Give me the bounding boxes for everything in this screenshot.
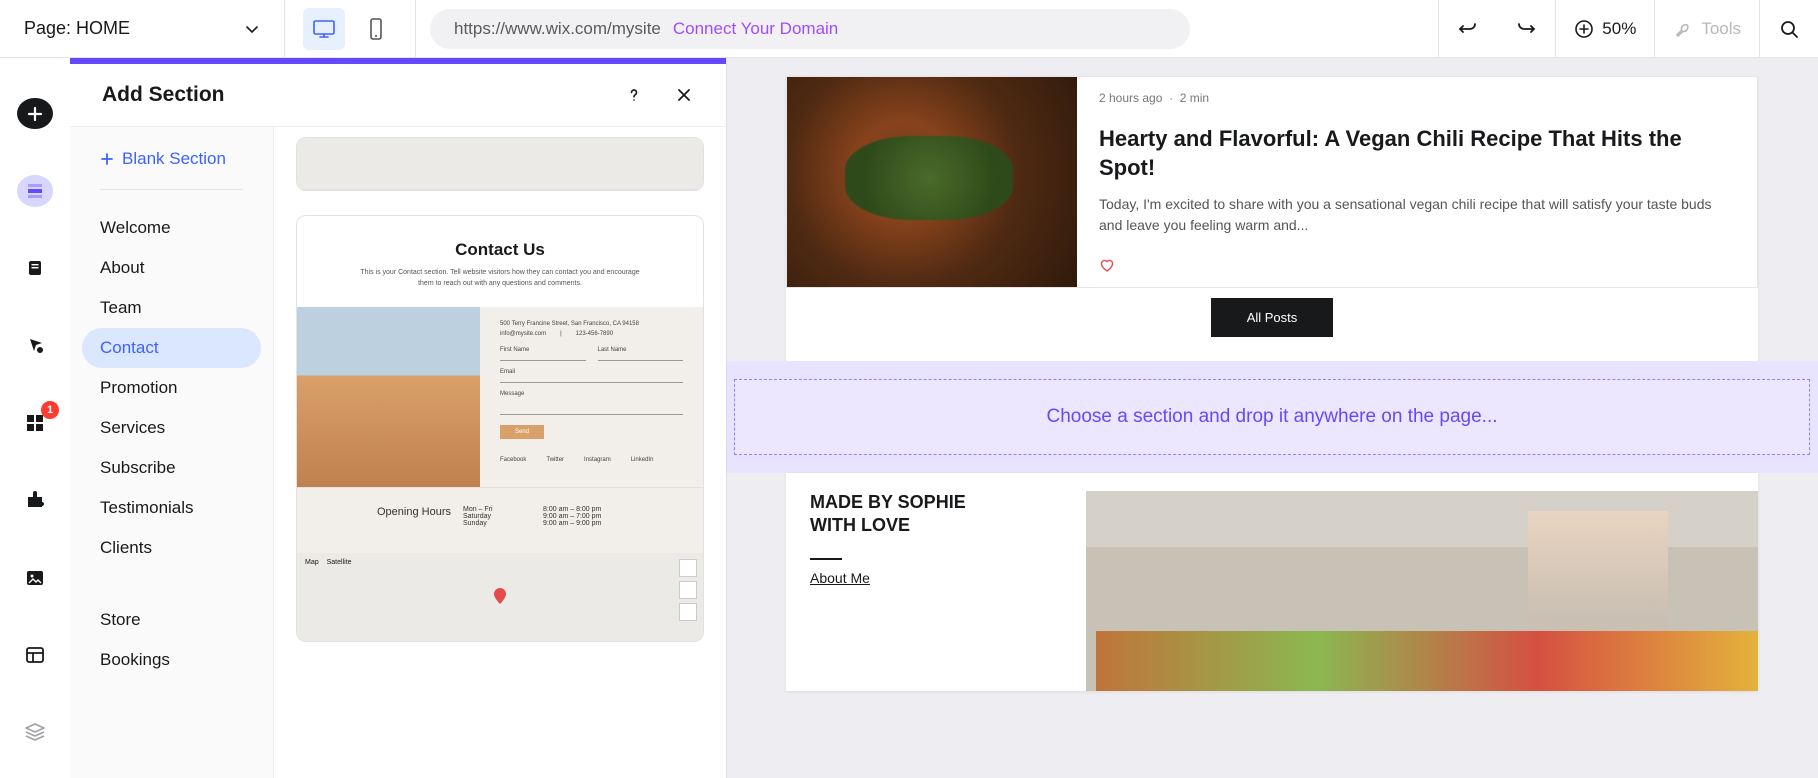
- all-posts-wrap: All Posts: [786, 288, 1758, 361]
- url-text: https://www.wix.com/mysite: [454, 19, 661, 39]
- category-item-about[interactable]: About: [70, 248, 273, 288]
- about-section[interactable]: MADE BY SOPHIE WITH LOVE About Me: [786, 473, 1758, 691]
- chevron-down-icon: [244, 21, 260, 37]
- left-rail: 1: [0, 58, 70, 778]
- add-element-button[interactable]: [17, 98, 53, 129]
- media-button[interactable]: [17, 562, 53, 593]
- category-item-clients[interactable]: Clients: [70, 528, 273, 568]
- about-heading-line1: MADE BY SOPHIE: [810, 491, 1086, 514]
- connect-domain-link[interactable]: Connect Your Domain: [673, 19, 838, 39]
- design-button[interactable]: [17, 330, 53, 361]
- desktop-view-button[interactable]: [303, 8, 345, 50]
- category-item-bookings[interactable]: Bookings: [70, 640, 273, 680]
- undo-button[interactable]: [1439, 0, 1497, 57]
- category-item-testimonials[interactable]: Testimonials: [70, 488, 273, 528]
- layers-button[interactable]: [17, 717, 53, 748]
- about-divider: [810, 558, 842, 560]
- preview-email: info@mysite.com: [500, 331, 546, 337]
- preview-contact-image: [297, 307, 480, 487]
- section-dropzone[interactable]: Choose a section and drop it anywhere on…: [734, 379, 1810, 455]
- apps-button[interactable]: 1: [17, 407, 53, 438]
- pages-button[interactable]: [17, 253, 53, 284]
- preview-card-contact[interactable]: Contact Us This is your Contact section.…: [296, 215, 704, 642]
- dropzone-section: Choose a section and drop it anywhere on…: [726, 361, 1818, 473]
- zoom-value: 50%: [1602, 19, 1636, 39]
- category-item-services[interactable]: Services: [70, 408, 273, 448]
- about-image: [1086, 491, 1758, 691]
- top-actions: 50% Tools: [1438, 0, 1818, 57]
- about-me-link[interactable]: About Me: [810, 570, 1086, 586]
- content-button[interactable]: [17, 639, 53, 670]
- addons-button[interactable]: [17, 485, 53, 516]
- site-canvas[interactable]: 2 hours ago · 2 min Hearty and Flavorful…: [786, 76, 1758, 361]
- post-title: Hearty and Flavorful: A Vegan Chili Reci…: [1099, 125, 1735, 182]
- preview-contact-form: 500 Terry Francine Street, San Francisco…: [480, 307, 703, 487]
- preview-opening-hours: Opening Hours Mon – Fri Saturday Sunday …: [297, 487, 703, 553]
- preview-map: Map Satellite: [297, 553, 703, 641]
- heart-icon[interactable]: [1099, 257, 1115, 273]
- category-item-contact[interactable]: Contact: [82, 328, 261, 368]
- editor-stage[interactable]: 2 hours ago · 2 min Hearty and Flavorful…: [726, 58, 1818, 778]
- tools-label: Tools: [1701, 19, 1741, 39]
- preview-send-button: Send: [500, 425, 544, 439]
- page-selector-label: Page: HOME: [24, 18, 130, 39]
- apps-badge: 1: [41, 401, 59, 419]
- url-bar-wrap: https://www.wix.com/mysite Connect Your …: [416, 9, 1438, 49]
- blank-section-button[interactable]: Blank Section: [70, 149, 273, 189]
- panel-header: Add Section: [70, 64, 726, 126]
- help-icon[interactable]: [624, 85, 644, 105]
- preview-contact-subtitle: This is your Contact section. Tell websi…: [297, 268, 703, 307]
- category-item-team[interactable]: Team: [70, 288, 273, 328]
- blog-post-card[interactable]: 2 hours ago · 2 min Hearty and Flavorful…: [786, 76, 1758, 288]
- preview-address: 500 Terry Francine Street, San Francisco…: [500, 321, 683, 327]
- category-item-subscribe[interactable]: Subscribe: [70, 448, 273, 488]
- category-item-store[interactable]: Store: [70, 600, 273, 640]
- preview-card-map[interactable]: [296, 137, 704, 191]
- preview-phone: 123-456-7890: [576, 331, 613, 337]
- blank-section-label: Blank Section: [122, 149, 226, 169]
- mobile-view-button[interactable]: [355, 8, 397, 50]
- preview-contact-title: Contact Us: [297, 216, 703, 268]
- about-heading-line2: WITH LOVE: [810, 514, 1086, 537]
- zoom-control[interactable]: 50%: [1556, 0, 1654, 57]
- panel-title: Add Section: [102, 83, 225, 107]
- category-item-promotion[interactable]: Promotion: [70, 368, 273, 408]
- redo-button[interactable]: [1497, 0, 1555, 57]
- preview-map-thumb: [297, 138, 703, 190]
- page-selector[interactable]: Page: HOME: [0, 0, 285, 57]
- close-icon[interactable]: [674, 85, 694, 105]
- post-meta: 2 hours ago · 2 min: [1099, 91, 1735, 105]
- url-bar[interactable]: https://www.wix.com/mysite Connect Your …: [430, 9, 1190, 49]
- post-excerpt: Today, I'm excited to share with you a s…: [1099, 194, 1735, 236]
- category-item-welcome[interactable]: Welcome: [70, 208, 273, 248]
- add-section-panel: Add Section Blank Section WelcomeAboutTe…: [70, 58, 726, 778]
- site-canvas-lower[interactable]: MADE BY SOPHIE WITH LOVE About Me: [786, 473, 1758, 691]
- device-switcher: [285, 0, 416, 57]
- section-previews: Contact Us This is your Contact section.…: [274, 127, 726, 778]
- all-posts-button[interactable]: All Posts: [1211, 298, 1334, 337]
- tools-button[interactable]: Tools: [1655, 0, 1759, 57]
- sections-button[interactable]: [17, 175, 53, 206]
- category-list: Blank Section WelcomeAboutTeamContactPro…: [70, 127, 274, 778]
- post-image: [787, 77, 1077, 287]
- search-button[interactable]: [1760, 0, 1818, 57]
- top-bar: Page: HOME https://www.wix.com/mysite Co…: [0, 0, 1818, 58]
